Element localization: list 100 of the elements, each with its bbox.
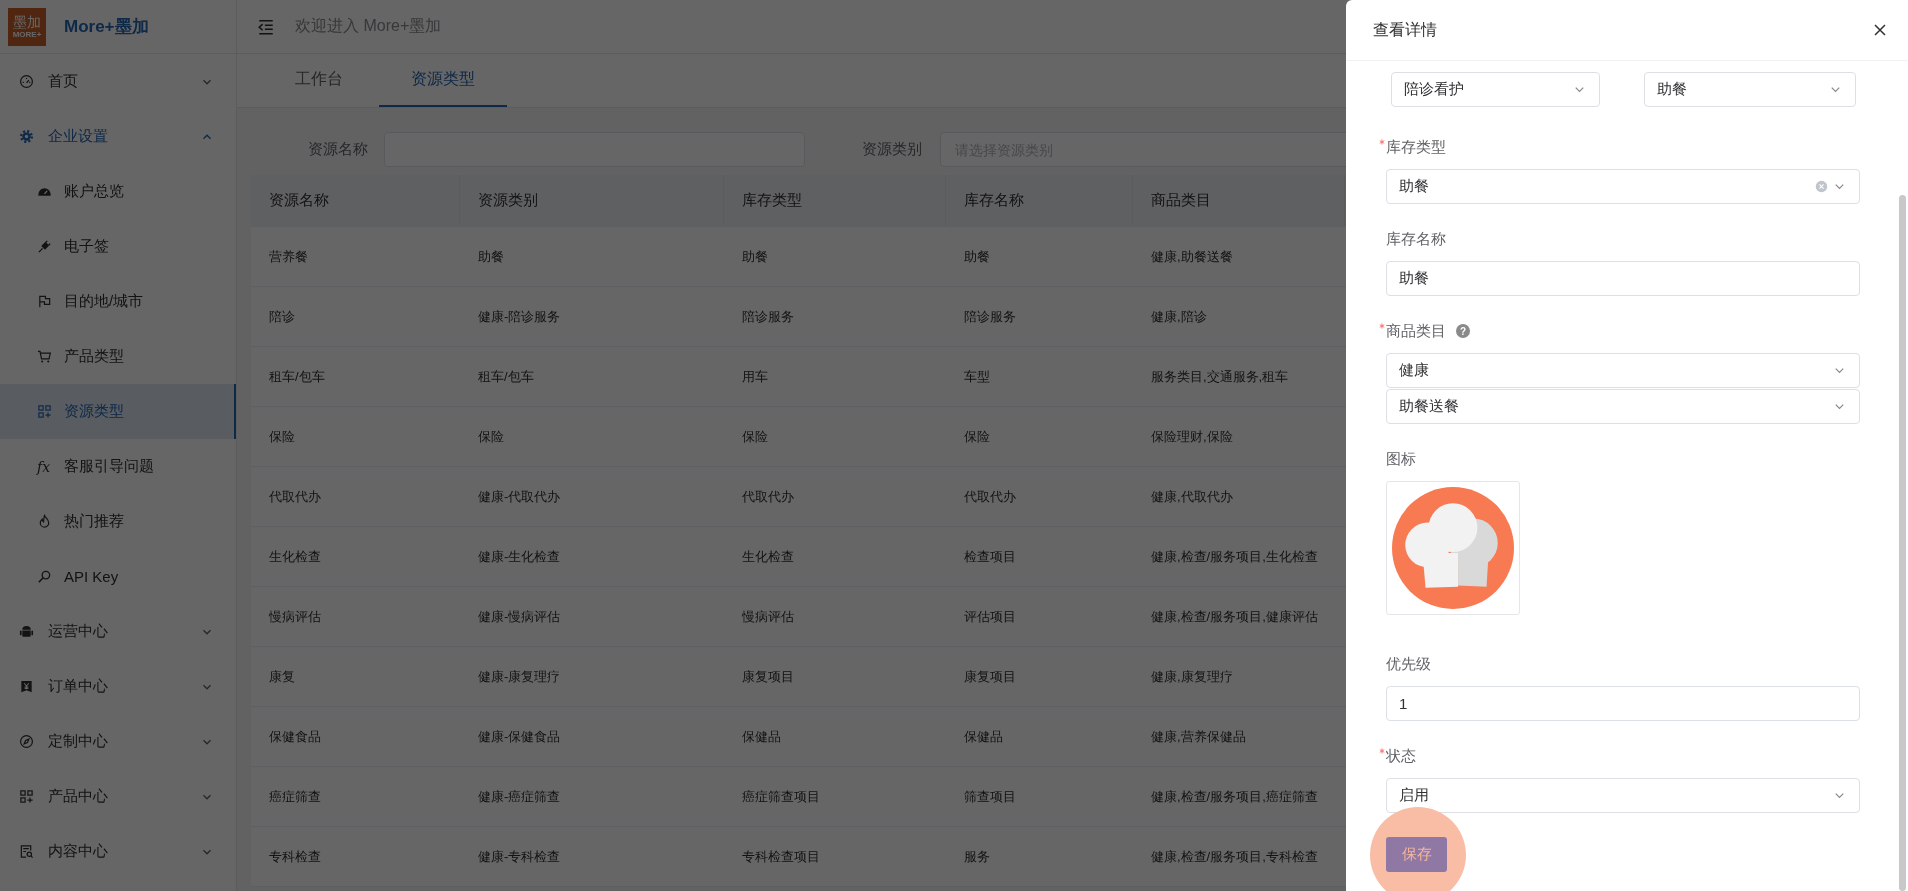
table-cell-text: 陪诊服务 — [741, 307, 795, 326]
sidebar-subitem[interactable]: 账户总览 — [0, 164, 236, 219]
table-cell-text: 服务 — [963, 847, 991, 866]
sidebar-item[interactable]: 产品中心 — [0, 769, 236, 824]
field-label: 状态 — [1386, 746, 1416, 766]
table-cell-text: 康复项目 — [741, 667, 795, 686]
table-cell-text: 服务类目,交通服务,租车 — [1150, 367, 1290, 386]
table-cell-text: 康复 — [268, 667, 296, 686]
android-icon — [19, 624, 34, 639]
table-cell-text: 健康-慢病评估 — [477, 607, 562, 626]
sidebar-item[interactable]: 内容中心 — [0, 824, 236, 879]
sidebar-subitem[interactable]: 热门推荐 — [0, 494, 236, 549]
grid-icon — [37, 404, 52, 419]
filter-label: 资源类别 — [862, 140, 922, 159]
clear-icon[interactable] — [1815, 180, 1828, 193]
table-cell-text: 健康-代取代办 — [477, 487, 562, 506]
magnifier-icon — [37, 569, 52, 584]
input-field[interactable]: 助餐 — [1386, 261, 1860, 296]
sidebar-subitem[interactable]: API Key — [0, 549, 236, 604]
sidebar-subitem[interactable]: 电子签 — [0, 219, 236, 274]
table-cell-text: 筛查项目 — [963, 787, 1017, 806]
compass-icon — [19, 734, 34, 749]
required-icon — [1379, 139, 1385, 145]
sidebar-item[interactable]: 订单中心 — [0, 659, 236, 714]
required-icon — [1379, 323, 1385, 329]
image-box[interactable] — [1386, 481, 1520, 615]
tab[interactable]: 资源类型 — [379, 54, 507, 107]
table-cell-text: 代取代办 — [963, 487, 1017, 506]
select-field[interactable]: 健康 — [1386, 353, 1860, 388]
sidebar-subitem[interactable]: 目的地/城市 — [0, 274, 236, 329]
table-cell-text: 保险 — [268, 427, 296, 446]
filter-label: 资源名称 — [308, 140, 368, 159]
select-field[interactable]: 助餐送餐 — [1386, 389, 1860, 424]
table-cell-text: 癌症筛查项目 — [741, 787, 821, 806]
select-field[interactable]: 助餐 — [1386, 169, 1860, 204]
table-cell-text: 保险 — [963, 427, 991, 446]
table-cell-text: 健康-生化检查 — [477, 547, 562, 566]
table-cell-text: 健康,检查/服务项目,专科检查 — [1150, 847, 1319, 866]
sidebar-item[interactable]: 企业设置 — [0, 109, 236, 164]
table-cell-text: 代取代办 — [268, 487, 322, 506]
function-icon: fx — [37, 458, 52, 475]
table-cell-text: 慢病评估 — [268, 607, 322, 626]
column-header: 资源名称 — [251, 175, 460, 226]
plug-icon — [37, 239, 52, 254]
table-cell-text: 保健品 — [741, 727, 782, 746]
logo: 墨加 MORE+ — [8, 7, 46, 46]
table-cell-text: 助餐 — [963, 247, 991, 266]
table-cell-text: 健康,康复理疗 — [1150, 667, 1234, 686]
table-cell-text: 健康,营养保健品 — [1150, 727, 1247, 746]
table-cell-text: 营养餐 — [268, 247, 309, 266]
table-cell-text: 健康-专科检查 — [477, 847, 562, 866]
table-cell-text: 车型 — [963, 367, 991, 386]
table-cell-text: 生化检查 — [741, 547, 795, 566]
table-cell-text: 检查项目 — [963, 547, 1017, 566]
table-cell-text: 健康-保健食品 — [477, 727, 562, 746]
field-label: 商品类目 — [1386, 321, 1446, 341]
gear-icon — [19, 129, 34, 144]
table-cell-text: 专科检查 — [268, 847, 322, 866]
table-cell-text: 代取代办 — [741, 487, 795, 506]
table-cell-text: 健康,代取代办 — [1150, 487, 1234, 506]
app-name: More+墨加 — [64, 16, 149, 38]
sidebar-subitem[interactable]: 资源类型 — [0, 384, 236, 439]
table-cell-text: 健康-陪诊服务 — [477, 307, 562, 326]
sidebar-item[interactable]: 运营中心 — [0, 604, 236, 659]
grid-icon — [19, 789, 34, 804]
select-field[interactable]: 助餐 — [1644, 72, 1856, 107]
table-cell-text: 用车 — [741, 367, 769, 386]
sidebar-item[interactable]: 定制中心 — [0, 714, 236, 769]
help-icon[interactable]: ? — [1456, 324, 1470, 338]
table-cell-text: 健康,陪诊 — [1150, 307, 1208, 326]
table-cell-text: 保健食品 — [268, 727, 322, 746]
sidebar-item[interactable]: 首页 — [0, 54, 236, 109]
table-cell-text: 健康,检查/服务项目,健康评估 — [1150, 607, 1319, 626]
sidebar-subitem[interactable]: fx 客服引导问题 — [0, 439, 236, 494]
table-cell-text: 健康-康复理疗 — [477, 667, 562, 686]
select-field[interactable]: 启用 — [1386, 778, 1860, 813]
column-header: 资源类别 — [460, 175, 724, 226]
cart-icon — [37, 349, 52, 364]
field-label: 图标 — [1386, 449, 1416, 469]
table-cell-text: 保险 — [477, 427, 505, 446]
close-icon[interactable] — [1872, 22, 1888, 38]
column-header: 库存名称 — [946, 175, 1133, 226]
sidebar-subitem[interactable]: 产品类型 — [0, 329, 236, 384]
table-cell-text: 健康,检查/服务项目,癌症筛查 — [1150, 787, 1319, 806]
field-label: 库存类型 — [1386, 137, 1446, 157]
table-cell-text: 生化检查 — [268, 547, 322, 566]
flame-icon — [37, 514, 52, 529]
column-header: 库存类型 — [724, 175, 946, 226]
table-cell-text: 慢病评估 — [741, 607, 795, 626]
table-cell-text: 陪诊 — [268, 307, 296, 326]
field-label: 优先级 — [1386, 654, 1431, 674]
menu-icon[interactable] — [257, 17, 275, 36]
input-field[interactable]: 1 — [1386, 686, 1860, 721]
table-cell-text: 健康-癌症筛查 — [477, 787, 562, 806]
table-cell-text: 保险 — [741, 427, 769, 446]
select-field[interactable]: 陪诊看护 — [1391, 72, 1600, 107]
save-button[interactable]: 保存 — [1386, 837, 1447, 872]
tab[interactable]: 工作台 — [273, 54, 365, 107]
scrollbar[interactable] — [1899, 195, 1906, 891]
chef-hat-icon — [1392, 487, 1514, 609]
